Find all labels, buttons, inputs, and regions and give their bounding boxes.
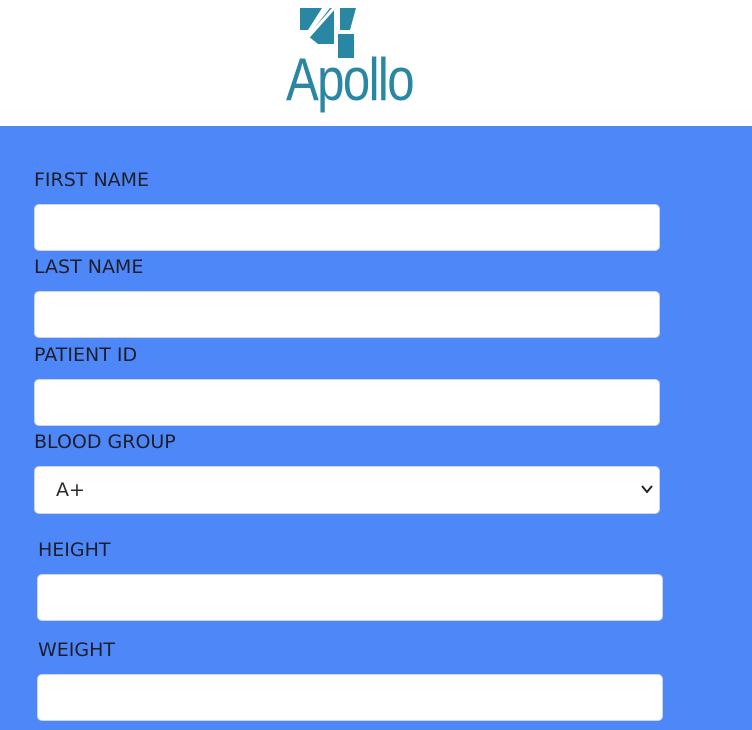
- first-name-label: FIRST NAME: [34, 169, 150, 191]
- blood-group-selected-value: A+: [56, 479, 85, 501]
- height-label: HEIGHT: [38, 539, 111, 561]
- blood-group-label: BLOOD GROUP: [34, 431, 176, 453]
- last-name-input[interactable]: [34, 291, 660, 338]
- patient-id-label: PATIENT ID: [34, 344, 138, 366]
- blood-group-select[interactable]: A+: [34, 466, 660, 514]
- header: Apollo: [0, 0, 752, 126]
- patient-form: FIRST NAME LAST NAME PATIENT ID BLOOD GR…: [0, 126, 752, 730]
- apollo-logo: Apollo: [286, 6, 422, 110]
- weight-input[interactable]: [37, 674, 663, 721]
- patient-id-input[interactable]: [34, 379, 660, 426]
- chevron-down-icon: [641, 485, 653, 494]
- apollo-logo-text: Apollo: [286, 46, 415, 113]
- weight-label: WEIGHT: [38, 639, 116, 661]
- height-input[interactable]: [37, 574, 663, 621]
- first-name-input[interactable]: [34, 204, 660, 251]
- last-name-label: LAST NAME: [34, 256, 144, 278]
